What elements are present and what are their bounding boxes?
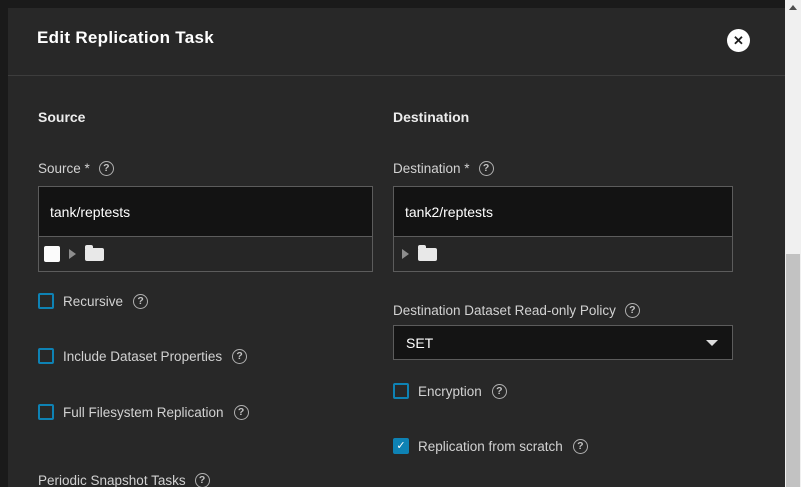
periodic-snapshot-tasks-label: Periodic Snapshot Tasks	[38, 473, 186, 487]
tree-node-checkbox[interactable]	[44, 246, 60, 262]
folder-icon[interactable]	[418, 248, 437, 261]
destination-column: Destination Destination * ? tank2/reptes…	[393, 82, 733, 487]
readonly-policy-label-row: Destination Dataset Read-only Policy ?	[393, 303, 640, 318]
folder-icon[interactable]	[85, 248, 104, 261]
checkbox-label: Include Dataset Properties	[63, 349, 222, 364]
readonly-policy-value: SET	[406, 335, 433, 351]
destination-field-label-row: Destination * ?	[393, 161, 494, 176]
destination-input[interactable]: tank2/reptests	[394, 187, 732, 237]
destination-tree-row[interactable]	[394, 237, 732, 271]
readonly-policy-select[interactable]: SET	[393, 325, 733, 360]
close-button[interactable]: ✕	[727, 29, 750, 52]
help-icon[interactable]: ?	[492, 384, 507, 399]
dialog-title: Edit Replication Task	[37, 28, 214, 48]
help-icon[interactable]: ?	[195, 473, 210, 487]
checkbox-replication-from-scratch[interactable]: ✓	[393, 438, 409, 454]
edit-replication-task-dialog: Edit Replication Task ✕ Source Source * …	[8, 8, 785, 487]
source-field-label-row: Source * ?	[38, 161, 114, 176]
help-icon[interactable]: ?	[99, 161, 114, 176]
help-icon[interactable]: ?	[234, 405, 249, 420]
help-icon[interactable]: ?	[133, 294, 148, 309]
source-column: Source Source * ? tank/reptests Recursiv…	[38, 82, 373, 487]
destination-field-label: Destination *	[393, 161, 470, 176]
source-tree-row[interactable]	[39, 237, 372, 271]
close-icon: ✕	[733, 34, 744, 47]
checkbox-label: Replication from scratch	[418, 439, 563, 454]
checkbox-row-recursive[interactable]: Recursive ?	[38, 293, 148, 309]
checkbox-recursive[interactable]	[38, 293, 54, 309]
checkbox-label: Encryption	[418, 384, 482, 399]
help-icon[interactable]: ?	[625, 303, 640, 318]
periodic-snapshot-tasks-label-row: Periodic Snapshot Tasks ?	[38, 473, 210, 487]
expand-arrow-icon[interactable]	[402, 249, 409, 259]
source-input[interactable]: tank/reptests	[39, 187, 372, 237]
checkbox-full-filesystem-replication[interactable]	[38, 404, 54, 420]
scrollbar-thumb[interactable]	[786, 254, 800, 487]
source-section-header: Source	[38, 109, 85, 125]
help-icon[interactable]: ?	[232, 349, 247, 364]
destination-explorer: tank2/reptests	[393, 186, 733, 272]
help-icon[interactable]: ?	[573, 439, 588, 454]
checkbox-label: Recursive	[63, 294, 123, 309]
checkbox-row-replication-from-scratch[interactable]: ✓ Replication from scratch ?	[393, 438, 588, 454]
source-field-label: Source *	[38, 161, 90, 176]
scrollbar-up-arrow[interactable]	[789, 5, 797, 10]
readonly-policy-label: Destination Dataset Read-only Policy	[393, 303, 616, 318]
page: { "dialog": { "title": "Edit Replication…	[0, 0, 801, 487]
checkbox-include-dataset-properties[interactable]	[38, 348, 54, 364]
scrollbar[interactable]	[785, 0, 801, 487]
checkbox-label: Full Filesystem Replication	[63, 405, 224, 420]
help-icon[interactable]: ?	[479, 161, 494, 176]
destination-section-header: Destination	[393, 109, 469, 125]
chevron-down-icon	[706, 340, 718, 346]
checkbox-row-include-dataset-properties[interactable]: Include Dataset Properties ?	[38, 348, 247, 364]
source-explorer: tank/reptests	[38, 186, 373, 272]
checkbox-row-encryption[interactable]: Encryption ?	[393, 383, 507, 399]
header-divider	[8, 75, 785, 76]
checkbox-row-full-filesystem-replication[interactable]: Full Filesystem Replication ?	[38, 404, 249, 420]
expand-arrow-icon[interactable]	[69, 249, 76, 259]
checkbox-encryption[interactable]	[393, 383, 409, 399]
